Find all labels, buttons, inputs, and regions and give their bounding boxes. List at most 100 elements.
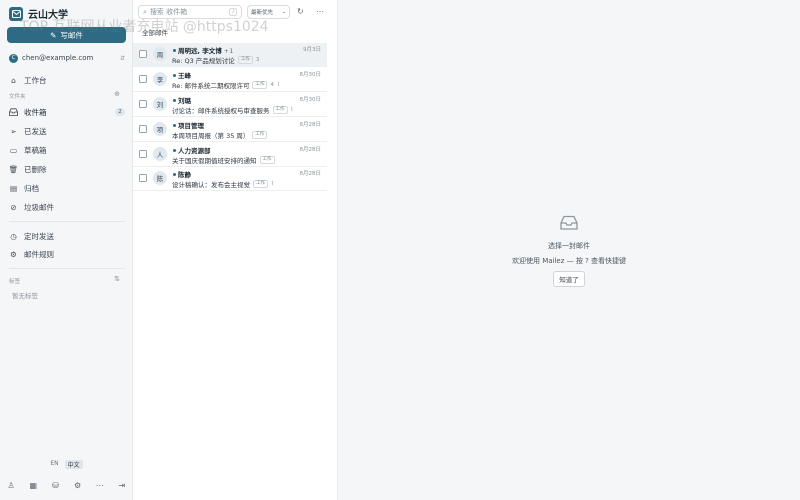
label-tag: 工作 <box>237 56 253 64</box>
sidebar-item-label: 邮件规则 <box>24 249 54 259</box>
row-checkbox[interactable] <box>139 100 147 108</box>
sidebar-item-label: 已发送 <box>24 126 47 136</box>
sidebar-item-rules[interactable]: ⚙ 邮件规则 <box>9 247 125 261</box>
chevron-updown-icon: ⇵ <box>119 54 125 62</box>
row-checkbox[interactable] <box>139 50 147 58</box>
message-row[interactable]: 刘 刘璐 8月30日 讨论话：邮件系统授权与审查服务 工作 ⌇ <box>133 93 327 117</box>
account-email: chen@example.com <box>22 54 94 62</box>
message-date: 8月28日 <box>299 147 322 153</box>
more-icon[interactable]: ⋯ <box>94 481 106 490</box>
row-checkbox[interactable] <box>139 125 147 133</box>
message-date: 8月28日 <box>299 122 322 128</box>
unread-count-badge: 2 <box>115 108 125 116</box>
sidebar-item-label: 草稿箱 <box>24 145 47 155</box>
message-date: 8月30日 <box>299 72 322 78</box>
sidebar-item-label: 已删除 <box>24 164 47 174</box>
add-folder-icon[interactable]: ⊕ <box>114 90 120 98</box>
unread-dot <box>173 99 176 102</box>
sidebar-item-trash[interactable]: 🗑︎ 已删除 <box>9 162 125 176</box>
sidebar-item-label: 垃圾邮件 <box>24 202 54 212</box>
calendar-icon[interactable]: ▦ <box>27 481 39 490</box>
home-icon: ⌂ <box>11 75 16 85</box>
language-switch: EN 中文 <box>0 460 133 469</box>
settings-icon[interactable]: ⚙ <box>72 481 84 490</box>
dismiss-button[interactable]: 知道了 <box>553 271 585 287</box>
sort-select[interactable]: 最新优先 ⌄ <box>247 5 290 19</box>
row-checkbox[interactable] <box>139 150 147 158</box>
more-options-icon[interactable]: ⋯ <box>316 7 324 16</box>
sender-avatar: 人 <box>153 147 167 161</box>
inbox-icon <box>9 108 18 117</box>
search-icon: ⌕ <box>143 7 147 16</box>
trash-icon: 🗑︎ <box>8 164 19 174</box>
message-row[interactable]: 项 项目管理 8月28日 本周项目周报（第 35 周） 工作 <box>133 118 327 142</box>
sidebar-item-label: 归档 <box>24 183 39 193</box>
sidebar-divider <box>9 221 125 222</box>
sidebar-item-workbench[interactable]: ⌂ 工作台 <box>9 73 125 87</box>
sender-avatar: 陈 <box>153 171 167 185</box>
rules-icon: ⚙ <box>10 249 17 259</box>
sender-name: 陈静 <box>178 171 191 179</box>
sender-name: 刘璐 <box>178 97 191 105</box>
search-placeholder: 搜索 收件箱 <box>149 8 188 16</box>
message-subject: 关于国庆假期值班安排的通知 工作 <box>172 155 275 165</box>
archive-icon: ▤ <box>9 183 18 193</box>
row-checkbox[interactable] <box>139 174 147 182</box>
lang-zh[interactable]: 中文 <box>64 460 83 469</box>
message-subject: 讨论话：邮件系统授权与审查服务 工作 ⌇ <box>172 106 294 115</box>
message-list-pane: ⌕ 搜索 收件箱 / 最新优先 ⌄ ↻ ⋯ 全部邮件 周 周明远, 李文博 +1… <box>133 0 338 500</box>
message-row[interactable]: 李 王峰 8月30日 Re: 邮件系统二期权限许可 工作 4 ⌇ <box>133 68 327 92</box>
message-date: 8月30日 <box>299 97 322 103</box>
brand[interactable]: 云山大学 <box>9 6 68 21</box>
compose-label: 写邮件 <box>60 30 83 40</box>
spam-icon: ⊘ <box>10 202 17 212</box>
sender-avatar: 项 <box>153 122 167 136</box>
empty-title: 选择一封邮件 <box>548 242 590 250</box>
sidebar: 云山大学 ✎ 写邮件 C chen@example.com ⇵ ⌂ 工作台 文件… <box>0 0 133 500</box>
sidebar-item-inbox[interactable]: 收件箱 2 <box>9 105 125 119</box>
sender-name: 项目管理 <box>178 122 204 130</box>
sender-avatar: 李 <box>153 72 167 86</box>
unread-dot <box>173 173 176 176</box>
message-row[interactable]: 周 周明远, 李文博 +1 9月3日 Re: Q3 产品规划讨论 工作 3 <box>133 43 327 67</box>
search-input[interactable]: ⌕ 搜索 收件箱 / <box>138 5 242 19</box>
tag-settings-icon[interactable]: ⇅ <box>114 275 120 283</box>
folders-section-label: 文件夹 <box>9 94 26 100</box>
attachment-icon: ⌇ <box>290 107 294 113</box>
unread-dot <box>173 74 176 77</box>
label-tag: 工作 <box>252 131 268 139</box>
sidebar-item-label: 工作台 <box>24 75 47 85</box>
avatar: C <box>9 53 18 63</box>
label-tag: 工作 <box>272 106 288 114</box>
message-subject: 本周项目周报（第 35 周） 工作 <box>172 130 268 140</box>
account-switcher[interactable]: C chen@example.com ⇵ <box>9 52 125 64</box>
pencil-icon: ✎ <box>50 30 57 40</box>
message-row[interactable]: 陈 陈静 8月28日 设计稿确认：发布会主视觉 工作 ⌇ <box>133 167 327 191</box>
logout-icon[interactable]: ⇥ <box>116 481 128 490</box>
reading-pane: 选择一封邮件 欢迎使用 Mailez — 按 ? 查看快捷键 知道了 <box>338 0 800 500</box>
tags-empty-text: 暂无标签 <box>12 292 38 300</box>
sidebar-item-archive[interactable]: ▤ 归档 <box>9 181 125 195</box>
sender-avatar: 周 <box>153 47 167 61</box>
chevron-down-icon: ⌄ <box>281 9 286 15</box>
sidebar-item-drafts[interactable]: ▭ 草稿箱 <box>9 143 125 157</box>
message-date: 9月3日 <box>303 47 321 53</box>
tags-section-label: 标签 <box>9 279 21 285</box>
row-checkbox[interactable] <box>139 75 147 83</box>
sidebar-item-scheduled[interactable]: ◷ 定时发送 <box>9 229 125 243</box>
brand-name: 云山大学 <box>28 10 68 21</box>
refresh-icon[interactable]: ↻ <box>297 7 304 16</box>
compose-button[interactable]: ✎ 写邮件 <box>7 27 126 43</box>
label-tag: 工作 <box>252 81 268 89</box>
sidebar-item-sent[interactable]: ➢ 已发送 <box>9 124 125 138</box>
message-row[interactable]: 人 人力资源部 8月28日 关于国庆假期值班安排的通知 工作 <box>133 143 327 167</box>
list-header: 全部邮件 <box>142 29 168 37</box>
draft-icon: ▭ <box>9 145 18 155</box>
contacts-icon[interactable]: ♙ <box>5 481 17 490</box>
drive-icon[interactable]: ⛁ <box>49 481 61 490</box>
lang-en[interactable]: EN <box>50 460 58 469</box>
sidebar-item-spam[interactable]: ⊘ 垃圾邮件 <box>9 200 125 214</box>
unread-dot <box>173 49 176 52</box>
mail-logo-icon <box>9 6 23 21</box>
message-subject: Re: 邮件系统二期权限许可 工作 4 ⌇ <box>172 81 280 90</box>
